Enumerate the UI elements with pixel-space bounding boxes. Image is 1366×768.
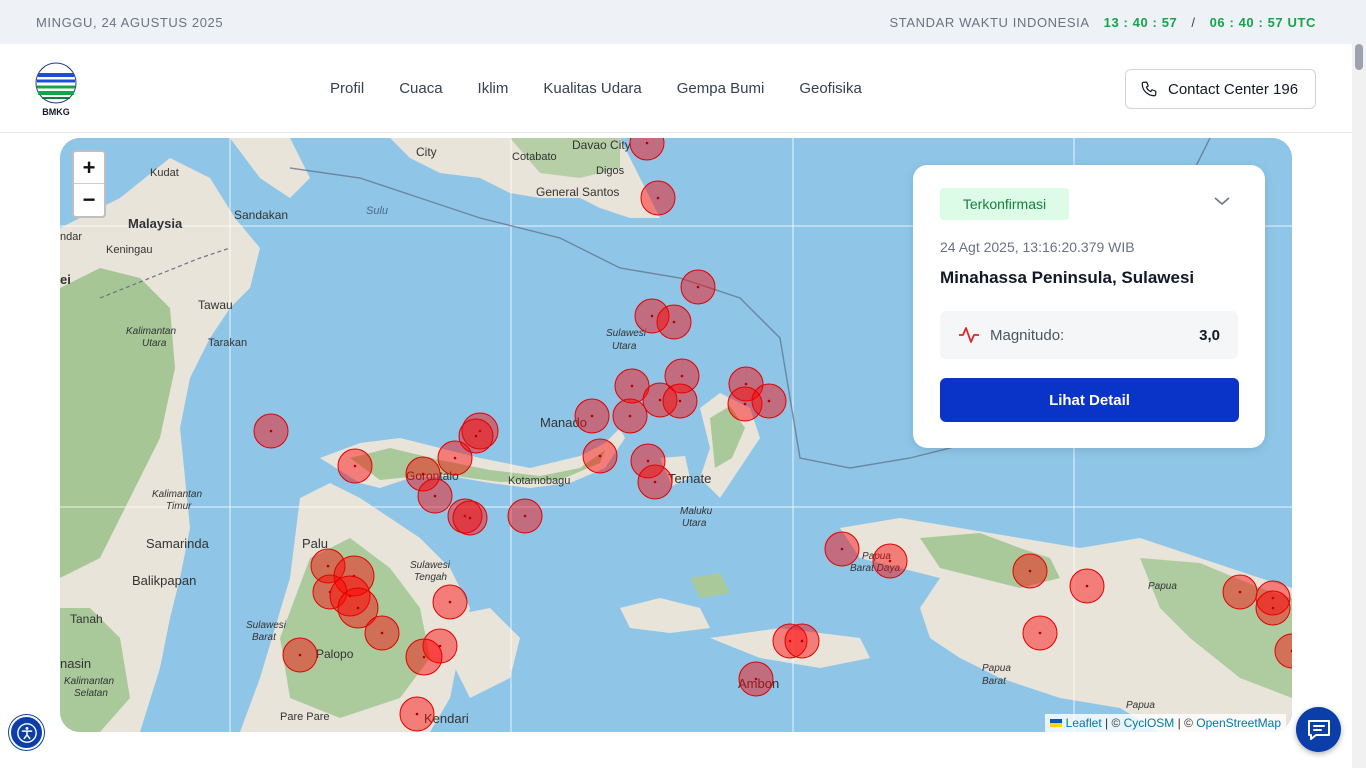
nav-item-geofisika[interactable]: Geofisika xyxy=(799,80,862,97)
time-separator: / xyxy=(1191,14,1196,30)
earthquake-epicenter-dot xyxy=(630,384,634,388)
nav-item-cuaca[interactable]: Cuaca xyxy=(399,80,442,97)
earthquake-epicenter-dot xyxy=(448,600,452,604)
attribution-sep-1: | © xyxy=(1101,716,1124,730)
earthquake-epicenter-dot xyxy=(888,559,892,563)
nav-item-profil[interactable]: Profil xyxy=(330,80,364,97)
chat-button[interactable] xyxy=(1296,707,1341,752)
view-detail-button[interactable]: Lihat Detail xyxy=(940,378,1239,422)
chat-bubble-icon xyxy=(1307,719,1330,740)
zoom-in-button[interactable]: + xyxy=(74,152,104,184)
earthquake-info-card: Terkonfirmasi 24 Agt 2025, 13:16:20.379 … xyxy=(913,165,1265,448)
earthquake-epicenter-dot xyxy=(474,434,478,438)
earthquake-epicenter-dot xyxy=(1085,584,1089,588)
attribution-sep-2: | © xyxy=(1174,716,1197,730)
earthquake-epicenter-dot xyxy=(298,653,302,657)
status-badge: Terkonfirmasi xyxy=(940,188,1069,220)
earthquake-epicenter-dot xyxy=(453,456,457,460)
scrollbar-thumb[interactable] xyxy=(1355,44,1363,70)
earthquake-epicenter-dot xyxy=(422,655,426,659)
main-navbar: BMKG Profil Cuaca Iklim Kualitas Udara G… xyxy=(0,44,1366,133)
cyclosm-link[interactable]: CyclOSM xyxy=(1124,716,1175,730)
earthquake-epicenter-dot xyxy=(380,631,384,635)
zoom-control: + − xyxy=(72,150,106,218)
earthquake-epicenter-dot xyxy=(650,314,654,318)
chevron-down-icon[interactable] xyxy=(1213,195,1231,207)
earthquake-epicenter-dot xyxy=(656,196,660,200)
magnitude-value: 3,0 xyxy=(1199,326,1220,344)
phone-icon xyxy=(1141,81,1157,97)
earthquake-epicenter-dot xyxy=(523,514,527,518)
magnitude-row: Magnitudo: 3,0 xyxy=(940,311,1238,359)
current-date: MINGGU, 24 AGUSTUS 2025 xyxy=(36,14,224,30)
earthquake-epicenter-dot xyxy=(353,464,357,468)
earthquake-epicenter-dot xyxy=(646,459,650,463)
flag-icon xyxy=(1049,719,1062,727)
contact-center-button[interactable]: Contact Center 196 xyxy=(1125,69,1316,109)
earthquake-epicenter-dot xyxy=(754,677,758,681)
earthquake-epicenter-dot xyxy=(269,429,273,433)
event-location: Minahassa Peninsula, Sulawesi xyxy=(940,268,1195,287)
earthquake-epicenter-dot xyxy=(645,141,649,145)
event-timestamp: 24 Agt 2025, 13:16:20.379 WIB xyxy=(940,239,1135,255)
earthquake-epicenter-dot xyxy=(598,454,602,458)
nav-item-gempa-bumi[interactable]: Gempa Bumi xyxy=(677,80,765,97)
earthquake-epicenter-dot xyxy=(658,398,662,402)
logo-text: BMKG xyxy=(42,107,70,117)
earthquake-epicenter-dot xyxy=(356,606,360,610)
earthquake-epicenter-dot xyxy=(672,320,676,324)
magnitude-label: Magnitudo: xyxy=(990,326,1065,344)
zoom-out-button[interactable]: − xyxy=(74,184,104,216)
earthquake-epicenter-dot xyxy=(840,547,844,551)
local-time: 13 : 40 : 57 xyxy=(1103,14,1178,30)
earthquake-epicenter-dot xyxy=(678,399,682,403)
earthquake-epicenter-dot xyxy=(653,480,657,484)
earthquake-epicenter-dot xyxy=(1238,590,1242,594)
earthquake-epicenter-dot xyxy=(800,639,804,643)
accessibility-icon xyxy=(16,722,37,743)
earthquake-epicenter-dot xyxy=(767,399,771,403)
activity-pulse-icon xyxy=(959,327,979,343)
time-display: STANDAR WAKTU INDONESIA 13 : 40 : 57 / 0… xyxy=(890,15,1316,30)
earthquake-epicenter-dot xyxy=(744,382,748,386)
utc-time: 06 : 40 : 57 UTC xyxy=(1209,14,1316,30)
earthquake-epicenter-dot xyxy=(421,472,425,476)
earthquake-epicenter-dot xyxy=(433,494,437,498)
nav-item-kualitas-udara[interactable]: Kualitas Udara xyxy=(543,80,641,97)
earthquake-marker[interactable] xyxy=(1274,633,1292,669)
earthquake-epicenter-dot xyxy=(743,402,747,406)
earthquake-epicenter-dot xyxy=(468,516,472,520)
top-info-bar: MINGGU, 24 AGUSTUS 2025 STANDAR WAKTU IN… xyxy=(0,0,1366,44)
earthquake-epicenter-dot xyxy=(680,374,684,378)
contact-center-label: Contact Center 196 xyxy=(1168,80,1299,98)
earthquake-epicenter-dot xyxy=(1038,631,1042,635)
earthquake-epicenter-dot xyxy=(415,712,419,716)
bmkg-logo[interactable]: BMKG xyxy=(34,61,78,117)
page-scrollbar[interactable] xyxy=(1352,44,1366,768)
earthquake-epicenter-dot xyxy=(696,285,700,289)
map-attribution: Leaflet | © CyclOSM | © OpenStreetMap xyxy=(1044,714,1286,732)
nav-item-iklim[interactable]: Iklim xyxy=(478,80,509,97)
osm-link[interactable]: OpenStreetMap xyxy=(1196,716,1281,730)
accessibility-button[interactable] xyxy=(9,715,44,750)
earthquake-marker[interactable] xyxy=(629,138,665,161)
leaflet-link[interactable]: Leaflet xyxy=(1066,716,1102,730)
earthquake-epicenter-dot xyxy=(628,414,632,418)
nav-menu: Profil Cuaca Iklim Kualitas Udara Gempa … xyxy=(330,44,897,133)
bmkg-emblem-icon xyxy=(35,62,77,104)
time-standard-label: STANDAR WAKTU INDONESIA xyxy=(889,14,1090,30)
earthquake-epicenter-dot xyxy=(1028,569,1032,573)
earthquake-epicenter-dot xyxy=(590,414,594,418)
earthquake-epicenter-dot xyxy=(1271,606,1275,610)
earthquake-epicenter-dot xyxy=(326,564,330,568)
